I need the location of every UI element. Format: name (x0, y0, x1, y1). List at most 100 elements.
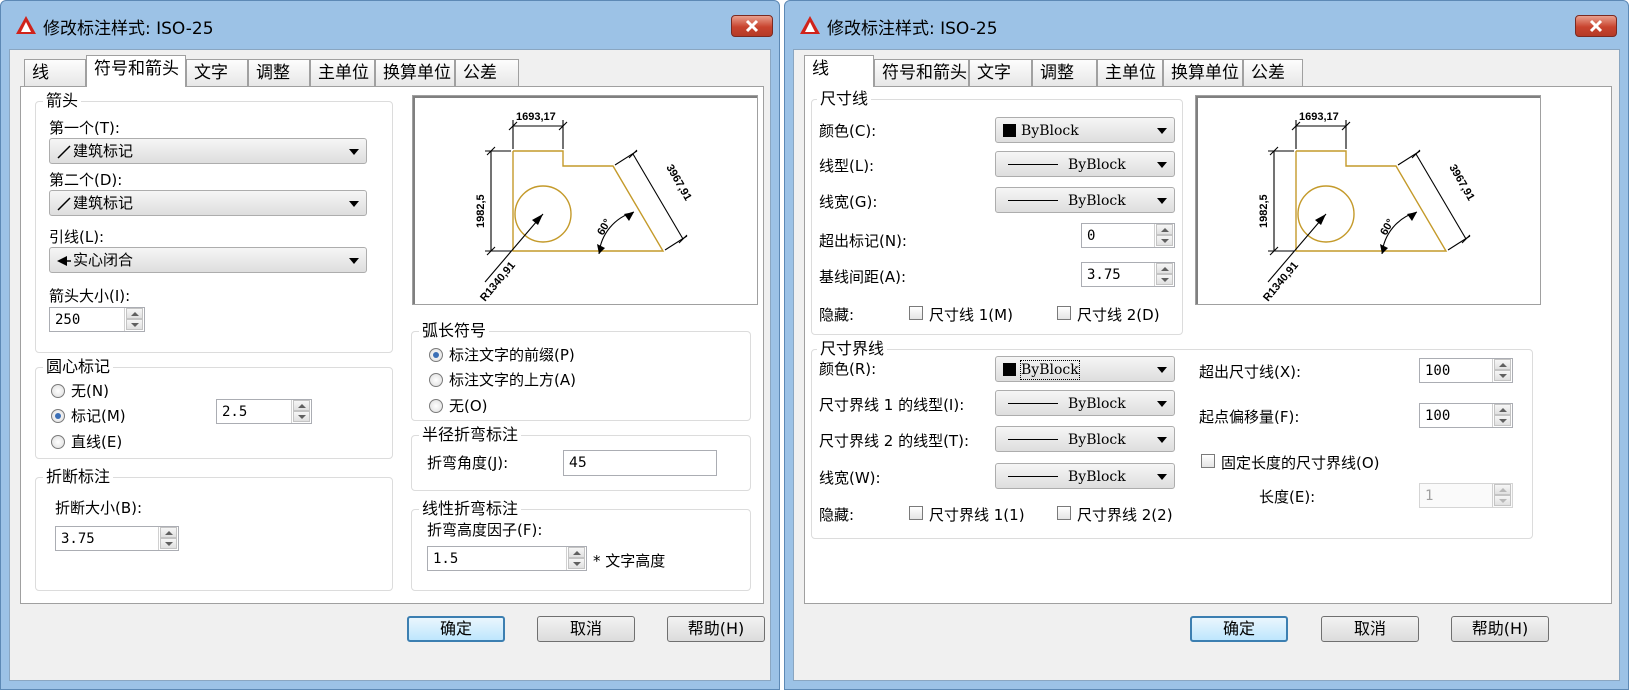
right-title-bar[interactable]: 修改标注样式: ISO-25 (785, 1, 1628, 49)
extline-color-dropdown[interactable]: ByBlock (995, 356, 1175, 382)
tab-symbols-arrows[interactable]: 符号和箭头 (86, 55, 186, 87)
spin-up-button[interactable] (126, 308, 143, 319)
spin-up-button[interactable] (568, 547, 585, 558)
tab-tolerances[interactable]: 公差 (455, 59, 519, 87)
suppress-extline2-label: 尺寸界线 2(2) (1077, 506, 1173, 524)
tab-label: 公差 (1251, 63, 1285, 83)
autocad-icon (800, 16, 820, 34)
arc-prefix-radio[interactable] (429, 348, 443, 362)
center-mark-size-spinner[interactable]: 2.5 (216, 399, 312, 424)
ext-length-label: 长度(E): (1259, 488, 1316, 506)
spin-up-button[interactable] (1494, 484, 1511, 495)
spin-up-button[interactable] (1156, 263, 1173, 274)
jog-angle-input[interactable]: 45 (563, 450, 717, 476)
suppress-dimline1-checkbox[interactable] (909, 306, 923, 320)
linetype-sample (1008, 403, 1058, 404)
left-cancel-button[interactable]: 取消 (537, 616, 635, 642)
arc-none-radio[interactable] (429, 399, 443, 413)
preview-angle: 60° (1378, 217, 1397, 237)
right-cancel-button[interactable]: 取消 (1321, 616, 1419, 642)
spin-buttons (566, 547, 586, 570)
text-height-suffix: * 文字高度 (593, 552, 666, 570)
preview-pane: 1693,17 1982,5 3967,91 60° R1340,91 (1195, 95, 1541, 305)
dimline-lineweight-dropdown[interactable]: ByBlock (995, 187, 1175, 213)
origin-offset-spinner[interactable]: 100 (1419, 403, 1513, 428)
tab-lines[interactable]: 线 (804, 55, 874, 87)
tab-fit[interactable]: 调整 (248, 59, 310, 87)
spin-down-button[interactable] (1494, 415, 1511, 426)
extline-lineweight-dropdown[interactable]: ByBlock (995, 463, 1175, 489)
right-help-button[interactable]: 帮助(H) (1451, 616, 1549, 642)
arrow-size-spinner[interactable]: 250 (49, 307, 145, 332)
dimline-color-dropdown[interactable]: ByBlock (995, 117, 1175, 143)
spin-up-button[interactable] (1494, 404, 1511, 415)
first-arrow-label: 第一个(T): (49, 119, 120, 137)
break-size-spinner[interactable]: 3.75 (55, 526, 179, 551)
fixed-length-checkbox[interactable] (1201, 454, 1215, 468)
left-ok-button[interactable]: 确定 (407, 616, 505, 642)
tab-alternate-units[interactable]: 换算单位 (1163, 59, 1243, 87)
tab-fit[interactable]: 调整 (1032, 59, 1097, 87)
jog-factor-spinner[interactable]: 1.5 (427, 546, 587, 571)
left-help-button[interactable]: 帮助(H) (667, 616, 765, 642)
extline-suppress-label: 隐藏: (819, 506, 855, 524)
tab-label: 文字 (977, 63, 1011, 83)
baseline-spacing-spinner[interactable]: 3.75 (1081, 262, 1175, 287)
extline1-linetype-dropdown[interactable]: ByBlock (995, 390, 1175, 416)
left-title-bar[interactable]: 修改标注样式: ISO-25 (1, 1, 779, 49)
center-line-radio[interactable] (51, 435, 65, 449)
architectural-tick-icon (57, 145, 71, 159)
center-marks-group-label: 圆心标记 (43, 358, 114, 376)
extline2-linetype-dropdown[interactable]: ByBlock (995, 426, 1175, 452)
center-mark-label: 标记(M) (71, 407, 126, 425)
second-arrow-label: 第二个(D): (49, 171, 123, 189)
tab-tolerances[interactable]: 公差 (1243, 59, 1303, 87)
arc-above-radio[interactable] (429, 373, 443, 387)
spin-down-button[interactable] (568, 558, 585, 569)
tab-primary-units[interactable]: 主单位 (1097, 59, 1163, 87)
extend-ticks-spinner[interactable]: 0 (1081, 223, 1175, 248)
suppress-extline2-checkbox[interactable] (1057, 506, 1071, 520)
color-swatch (1003, 124, 1016, 137)
extline2-linetype-label: 尺寸界线 2 的线型(T): (819, 432, 970, 450)
architectural-tick-icon (57, 197, 71, 211)
spin-up-button[interactable] (1494, 359, 1511, 370)
arc-none-label: 无(O) (449, 397, 488, 415)
spin-up-button[interactable] (160, 527, 177, 538)
tab-primary-units[interactable]: 主单位 (310, 59, 375, 87)
right-close-button[interactable] (1575, 15, 1617, 37)
extline1-linetype-value: ByBlock (1068, 396, 1126, 412)
first-arrow-dropdown[interactable]: 建筑标记 (49, 138, 367, 164)
tab-text[interactable]: 文字 (186, 59, 248, 87)
spin-down-button[interactable] (160, 538, 177, 549)
right-ok-button[interactable]: 确定 (1190, 616, 1288, 642)
dimline-linetype-dropdown[interactable]: ByBlock (995, 151, 1175, 177)
spin-down-button[interactable] (293, 411, 310, 422)
tab-symbols-arrows[interactable]: 符号和箭头 (874, 59, 969, 87)
spin-up-button[interactable] (1156, 224, 1173, 235)
ext-length-spinner[interactable]: 1 (1419, 483, 1513, 508)
tab-text[interactable]: 文字 (969, 59, 1032, 87)
tab-lines[interactable]: 线 (24, 59, 86, 87)
arc-above-label: 标注文字的上方(A) (449, 371, 576, 389)
spin-down-button[interactable] (1156, 274, 1173, 285)
extend-beyond-spinner[interactable]: 100 (1419, 358, 1513, 383)
center-mark-radio[interactable] (51, 409, 65, 423)
spin-down-button[interactable] (1494, 495, 1511, 506)
spin-down-button[interactable] (1156, 235, 1173, 246)
suppress-dimline2-checkbox[interactable] (1057, 306, 1071, 320)
spin-up-button[interactable] (293, 400, 310, 411)
chevron-down-icon (1157, 437, 1167, 443)
extend-ticks-label: 超出标记(N): (819, 232, 907, 250)
chevron-down-icon (1157, 367, 1167, 373)
second-arrow-dropdown[interactable]: 建筑标记 (49, 190, 367, 216)
spin-buttons (1492, 484, 1512, 507)
center-none-radio[interactable] (51, 384, 65, 398)
left-close-button[interactable] (731, 15, 773, 37)
spin-down-button[interactable] (126, 319, 143, 330)
tab-alternate-units[interactable]: 换算单位 (375, 59, 455, 87)
leader-arrow-dropdown[interactable]: 实心闭合 (49, 247, 367, 273)
close-icon (745, 19, 759, 33)
spin-down-button[interactable] (1494, 370, 1511, 381)
suppress-extline1-checkbox[interactable] (909, 506, 923, 520)
